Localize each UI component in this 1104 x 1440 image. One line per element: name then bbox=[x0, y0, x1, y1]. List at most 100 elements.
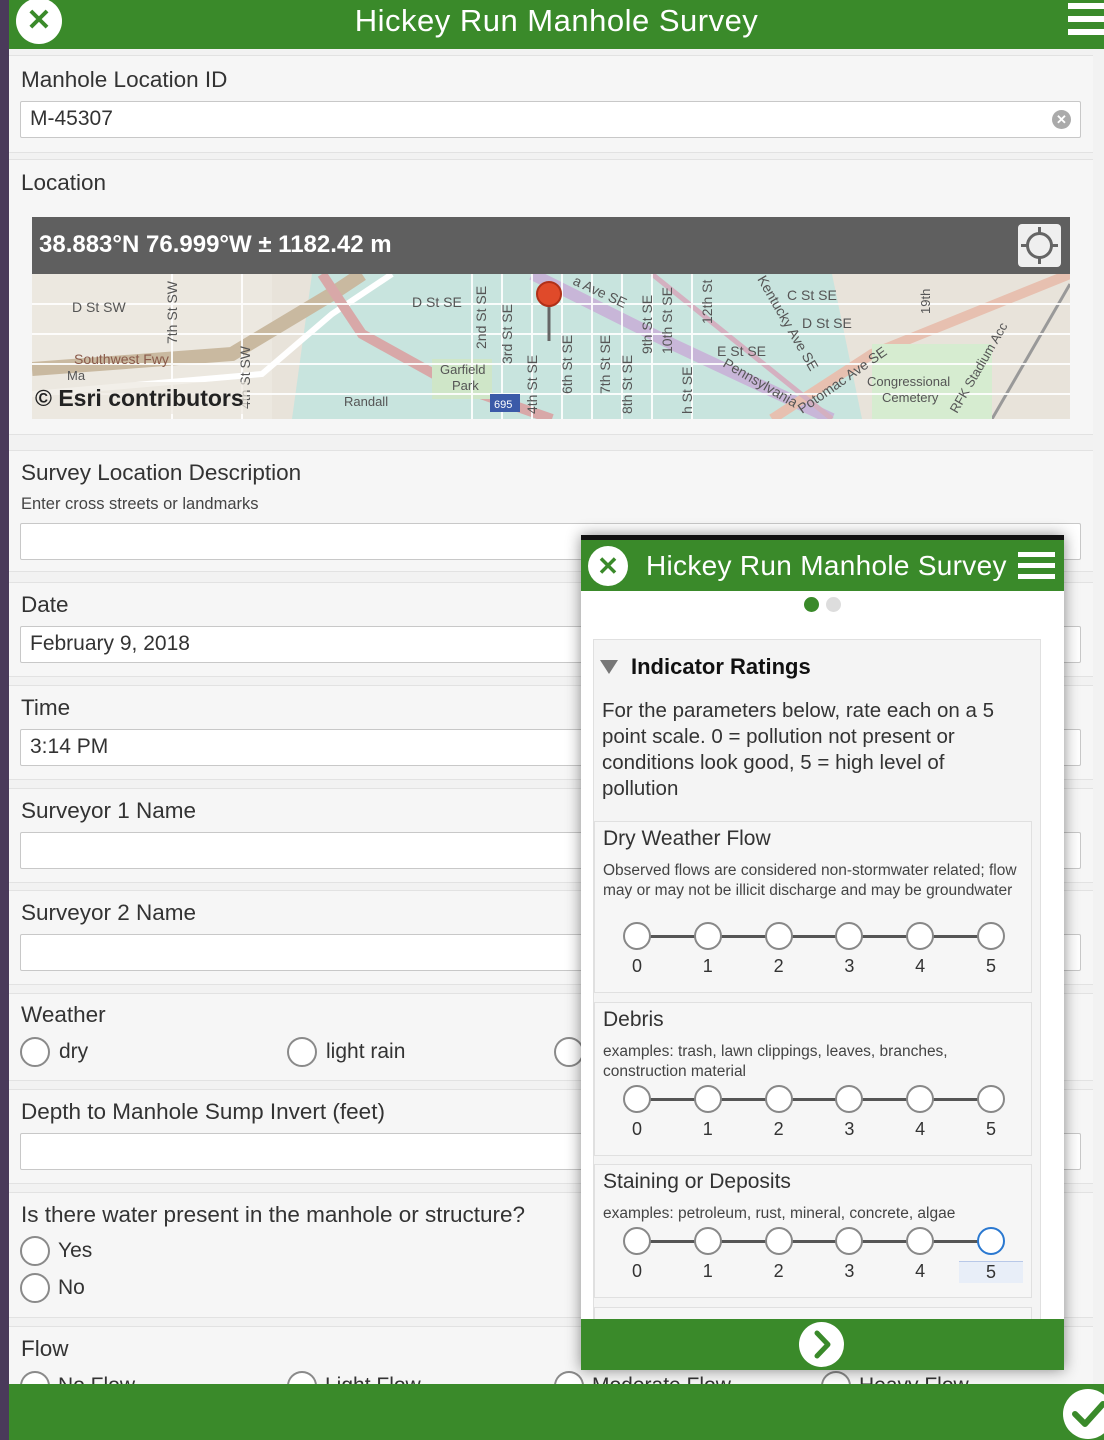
rating-option-label: 3 bbox=[844, 1119, 855, 1139]
rating-track bbox=[637, 935, 991, 938]
coordinate-readout: 38.883°N 76.999°W ± 1182.42 m bbox=[39, 231, 392, 258]
rating-item-dry-weather-flow: Dry Weather Flow Observed flows are cons… bbox=[594, 821, 1032, 993]
rating-option-2[interactable] bbox=[764, 1085, 793, 1113]
map-label: D St SW bbox=[72, 299, 126, 315]
rating-track bbox=[637, 1240, 991, 1243]
menu-icon[interactable] bbox=[1018, 552, 1055, 585]
rating-option-label: 0 bbox=[631, 1261, 642, 1281]
time-label: Time bbox=[21, 695, 71, 720]
rating-hint: examples: trash, lawn clippings, leaves,… bbox=[603, 1043, 948, 1080]
manhole-id-label: Manhole Location ID bbox=[21, 67, 228, 92]
weather-dry-label: dry bbox=[59, 1040, 89, 1063]
water-no-radio[interactable] bbox=[20, 1273, 50, 1303]
rating-option-1[interactable] bbox=[693, 1085, 722, 1113]
rating-option-1[interactable] bbox=[693, 1227, 722, 1255]
rating-option-label: 4 bbox=[915, 956, 926, 976]
rating-item-debris: Debris examples: trash, lawn clippings, … bbox=[594, 1002, 1032, 1156]
location-map[interactable]: 38.883°N 76.999°W ± 1182.42 m D St SW 7t… bbox=[32, 217, 1070, 419]
map-label: Randall bbox=[344, 394, 388, 409]
app-title: Hickey Run Manhole Survey bbox=[354, 3, 759, 38]
map-label: D St SE bbox=[412, 294, 462, 310]
rating-option-0[interactable] bbox=[623, 1085, 651, 1113]
rating-option-5[interactable] bbox=[977, 922, 1005, 950]
menu-icon[interactable] bbox=[1068, 3, 1104, 42]
weather-label: Weather bbox=[21, 1002, 106, 1027]
rating-option-label: 1 bbox=[702, 956, 713, 976]
map-label: 695 bbox=[494, 399, 512, 411]
description-label: Survey Location Description bbox=[21, 460, 302, 485]
close-icon[interactable]: ✕ bbox=[588, 546, 628, 586]
map-label: Ma bbox=[67, 368, 86, 383]
rating-option-4[interactable] bbox=[906, 1227, 935, 1255]
map-label: 19th bbox=[918, 289, 933, 314]
map-label: 7th St SE bbox=[597, 335, 613, 394]
map-label: 4th St SE bbox=[524, 355, 540, 414]
rating-hint: examples: petroleum, rust, mineral, conc… bbox=[603, 1205, 956, 1222]
weather-light-rain-radio[interactable] bbox=[287, 1037, 317, 1067]
rating-track bbox=[637, 1098, 991, 1101]
rating-option-3[interactable] bbox=[835, 1085, 864, 1113]
rating-option-label: 4 bbox=[915, 1119, 926, 1139]
depth-label: Depth to Manhole Sump Invert (feet) bbox=[21, 1099, 385, 1124]
clear-icon[interactable]: ✕ bbox=[1052, 110, 1071, 129]
map-attribution[interactable]: © Esri contributors bbox=[35, 385, 244, 411]
map-label: 7th St SW bbox=[164, 280, 180, 344]
map-label: D St SE bbox=[802, 315, 852, 331]
popup-header: ✕ Hickey Run Manhole Survey bbox=[581, 535, 1064, 591]
water-yes-radio[interactable] bbox=[20, 1236, 50, 1266]
rating-option-0[interactable] bbox=[623, 1227, 651, 1255]
rating-option-3[interactable] bbox=[835, 922, 864, 950]
rating-option-1[interactable] bbox=[693, 922, 722, 950]
page-dot-active[interactable] bbox=[804, 597, 819, 612]
map-label: Cemetery bbox=[882, 390, 939, 405]
popup-bottom-bar bbox=[581, 1319, 1064, 1370]
checkmark-icon[interactable] bbox=[1063, 1389, 1104, 1439]
rating-option-label: 2 bbox=[773, 1261, 784, 1281]
rating-option-label: 0 bbox=[631, 1119, 642, 1139]
page-dot-inactive[interactable] bbox=[826, 597, 841, 612]
surveyor2-label: Surveyor 2 Name bbox=[21, 900, 197, 925]
map-label: C St SE bbox=[787, 287, 837, 303]
rating-option-label: 2 bbox=[773, 956, 784, 976]
indicator-ratings-group: Indicator Ratings For the parameters bel… bbox=[593, 639, 1041, 1347]
rating-option-label: 5 bbox=[959, 1261, 1023, 1283]
map-label: E St SE bbox=[717, 343, 766, 359]
triangle-down-icon[interactable] bbox=[600, 660, 618, 674]
rating-option-label: 0 bbox=[631, 956, 642, 976]
indicator-ratings-popup: ✕ Hickey Run Manhole Survey Indicator Ra… bbox=[581, 535, 1064, 1370]
weather-light-rain-label: light rain bbox=[326, 1040, 406, 1063]
water-no-label: No bbox=[58, 1276, 85, 1299]
rating-scale: 0 1 2 3 4 5 bbox=[595, 922, 1033, 992]
rating-option-2[interactable] bbox=[764, 922, 793, 950]
manhole-id-value: M-45307 bbox=[30, 107, 113, 130]
rating-option-5[interactable] bbox=[977, 1227, 1005, 1255]
rating-option-label: 5 bbox=[985, 956, 996, 976]
map-label: 8th St SE bbox=[619, 355, 635, 414]
water-label: Is there water present in the manhole or… bbox=[21, 1202, 526, 1227]
map-label: h St SE bbox=[679, 367, 695, 414]
rating-option-label: 1 bbox=[702, 1261, 713, 1281]
map-label: Southwest Fwy bbox=[74, 351, 169, 367]
rating-option-4[interactable] bbox=[906, 922, 935, 950]
manhole-id-input[interactable]: M-45307 ✕ bbox=[20, 101, 1081, 138]
rating-label: Debris bbox=[603, 1008, 664, 1031]
rating-option-4[interactable] bbox=[906, 1085, 935, 1113]
map-tile: D St SW 7th St SW Southwest Fwy 4th St S… bbox=[32, 274, 1070, 419]
rating-option-label: 2 bbox=[773, 1119, 784, 1139]
rating-option-0[interactable] bbox=[623, 922, 651, 950]
bottom-bar bbox=[9, 1384, 1104, 1440]
rating-scale: 0 1 2 3 4 5 bbox=[595, 1227, 1033, 1297]
rating-option-2[interactable] bbox=[764, 1227, 793, 1255]
popup-title: Hickey Run Manhole Survey bbox=[646, 550, 1007, 581]
chevron-right-icon[interactable] bbox=[799, 1322, 844, 1367]
rating-option-5[interactable] bbox=[977, 1085, 1005, 1113]
weather-option-radio[interactable] bbox=[554, 1037, 584, 1067]
rating-label: Staining or Deposits bbox=[603, 1170, 791, 1193]
surveyor1-label: Surveyor 1 Name bbox=[21, 798, 197, 823]
gps-locate-icon[interactable] bbox=[1018, 224, 1061, 267]
rating-option-label: 3 bbox=[844, 1261, 855, 1281]
rating-option-3[interactable] bbox=[835, 1227, 864, 1255]
description-hint: Enter cross streets or landmarks bbox=[21, 495, 259, 513]
group-title[interactable]: Indicator Ratings bbox=[631, 654, 811, 680]
weather-dry-radio[interactable] bbox=[20, 1037, 50, 1067]
